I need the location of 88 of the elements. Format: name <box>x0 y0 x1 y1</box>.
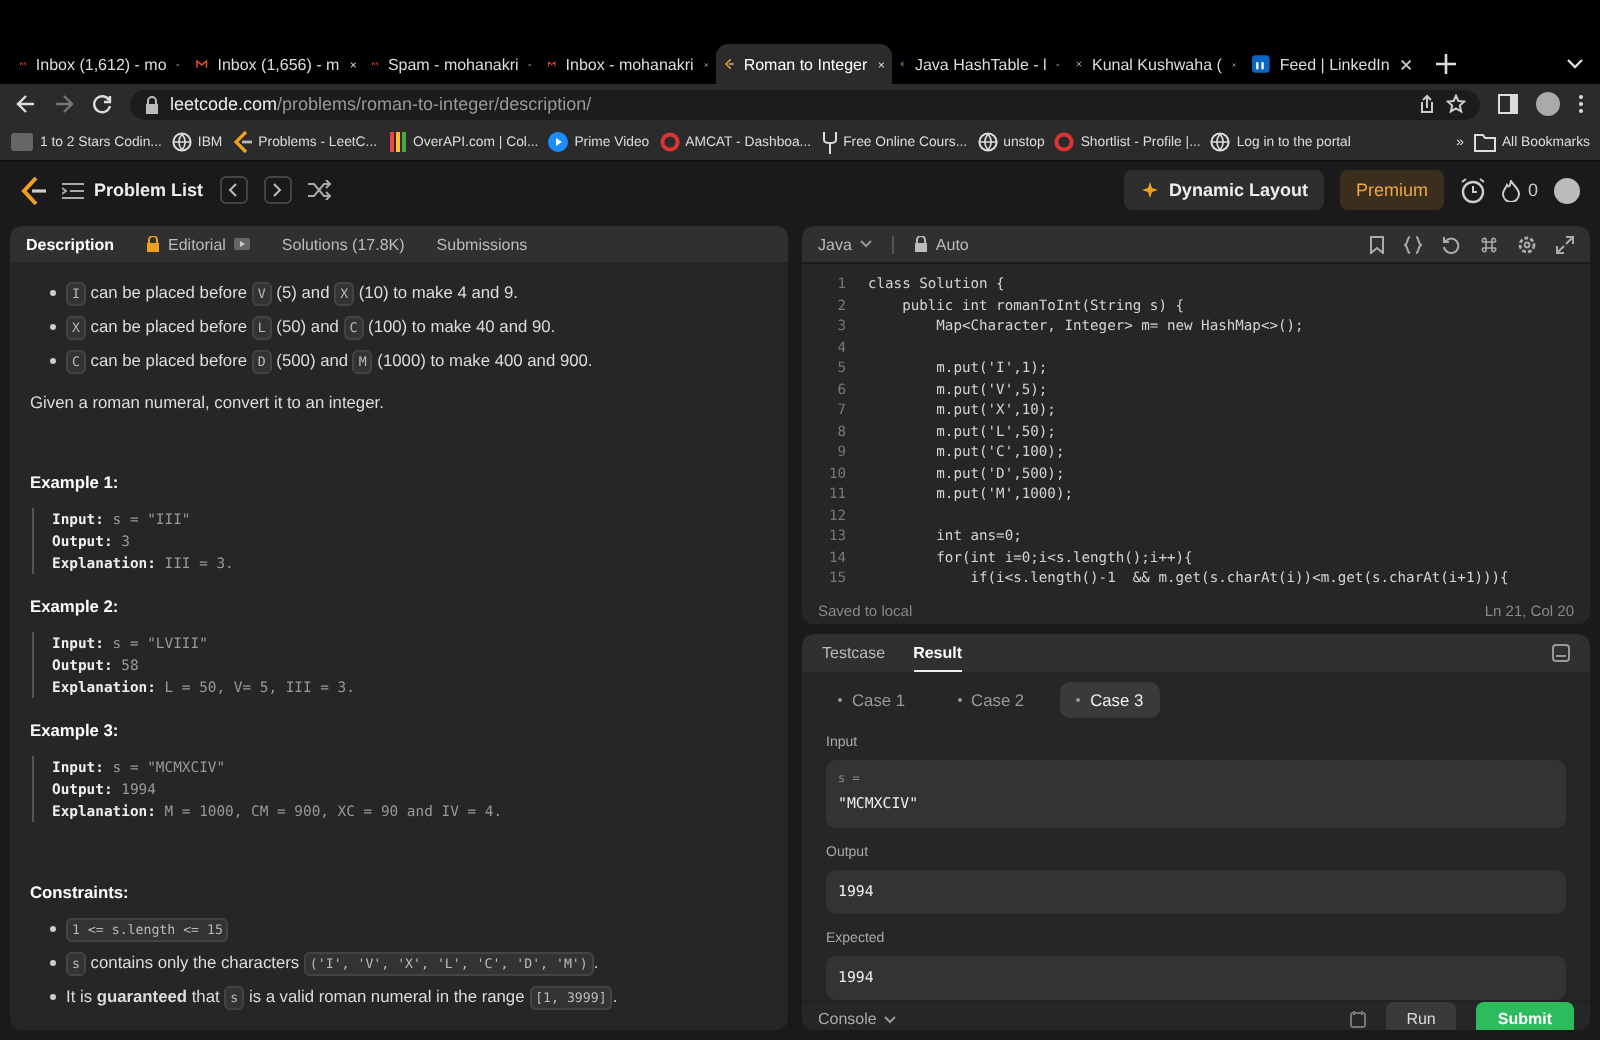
note-icon[interactable] <box>1350 1010 1367 1028</box>
panel-tab[interactable]: Solutions (17.8K) <box>281 226 405 262</box>
side-panel-icon[interactable] <box>1498 94 1518 114</box>
browser-tab[interactable]: Inbox (1,612) - mo <box>12 44 188 84</box>
reset-icon[interactable] <box>1442 235 1460 253</box>
run-button[interactable]: Run <box>1386 1002 1456 1030</box>
fork-icon <box>821 131 838 153</box>
alarm-clock-icon[interactable] <box>1459 177 1486 203</box>
video-icon <box>233 238 250 250</box>
list-icon <box>62 181 84 199</box>
bullet-dot <box>50 357 56 363</box>
star-icon[interactable] <box>1446 94 1466 114</box>
close-icon[interactable] <box>1399 57 1412 71</box>
back-icon[interactable] <box>16 94 36 114</box>
example-heading: Example 1: <box>30 472 121 492</box>
case-tab[interactable]: Case 1 <box>822 682 922 718</box>
close-icon[interactable] <box>877 57 884 71</box>
case-tab[interactable]: Case 2 <box>941 682 1041 718</box>
command-icon[interactable] <box>1480 235 1498 253</box>
forward-icon[interactable] <box>54 94 74 114</box>
menu-icon[interactable] <box>1578 94 1584 114</box>
bullet-dot <box>50 959 56 965</box>
code-logo-icon <box>232 130 253 154</box>
globe-icon <box>1210 132 1231 152</box>
browser-tab[interactable]: Feed | LinkedIn <box>1244 44 1420 84</box>
example-heading: Example 3: <box>30 720 121 740</box>
address-field[interactable]: leetcode.com/problems/roman-to-integer/description/ <box>130 89 1480 119</box>
bullet-dot <box>50 993 56 999</box>
chevron-down-icon[interactable] <box>1566 58 1584 70</box>
settings-icon[interactable] <box>1518 235 1536 253</box>
bookmark-icon[interactable] <box>1370 235 1384 253</box>
expand-icon[interactable] <box>1556 235 1574 253</box>
previous-button[interactable] <box>219 176 248 204</box>
console-toggle[interactable]: Console <box>818 1010 897 1028</box>
browser-tab[interactable]: Spam - mohanakri <box>364 44 540 84</box>
lock-icon <box>146 236 161 252</box>
site-info-icon[interactable] <box>144 95 160 113</box>
description-text: Given a roman numeral, convert it to an integer. <box>30 392 386 412</box>
share-icon[interactable] <box>1418 94 1436 114</box>
next-button[interactable] <box>263 176 292 204</box>
close-icon[interactable] <box>349 57 356 71</box>
example-heading: Example 2: <box>30 596 121 616</box>
chevron-down-icon <box>859 240 872 248</box>
chevron-down-icon <box>884 1015 897 1023</box>
square-icon <box>10 132 34 152</box>
language-dropdown[interactable]: Java <box>818 235 872 253</box>
ring-icon <box>659 132 680 152</box>
shuffle-icon[interactable] <box>307 180 332 200</box>
bullet-dot <box>50 289 56 295</box>
sparkle-icon <box>1140 181 1159 199</box>
flame-icon <box>1501 179 1520 201</box>
plus-icon[interactable] <box>1436 54 1456 74</box>
problem-list-link[interactable]: Problem List <box>62 180 204 200</box>
reload-icon[interactable] <box>92 94 112 114</box>
streak-counter[interactable]: 0 <box>1501 179 1538 201</box>
avatar[interactable] <box>1554 177 1580 203</box>
code-logo-icon[interactable] <box>20 175 46 205</box>
chevron-right-icon <box>272 182 283 198</box>
auto-mode-toggle[interactable]: Auto <box>913 235 969 253</box>
square-logo-icon <box>1252 54 1270 74</box>
browser-tab[interactable]: Roman to Integer <box>716 44 892 84</box>
panel-tab[interactable]: Description <box>26 226 115 262</box>
chevron-left-icon <box>228 182 239 198</box>
browser-tab[interactable]: Kunal Kushwaha ( <box>1068 44 1244 84</box>
case-tab[interactable]: Case 3 <box>1060 682 1160 718</box>
bars-icon <box>387 132 408 152</box>
browser-tab[interactable]: Java HashTable - l <box>892 44 1068 84</box>
browser-tab[interactable]: Inbox - mohanakri <box>540 44 716 84</box>
globe-icon <box>171 132 192 152</box>
result-tab[interactable]: Testcase <box>822 634 886 672</box>
dynamic-layout-button[interactable]: Dynamic Layout <box>1124 170 1324 210</box>
globe-icon <box>977 132 998 152</box>
play-icon <box>548 132 569 152</box>
panel-tab[interactable]: Submissions <box>436 226 528 262</box>
ring-icon <box>1054 132 1075 152</box>
premium-button[interactable]: Premium <box>1339 170 1444 210</box>
panel-tab[interactable]: Editorial <box>146 226 250 262</box>
braces-icon[interactable] <box>1404 235 1422 253</box>
browser-tab[interactable]: Inbox (1,656) - m <box>188 44 364 84</box>
constraints-heading: Constraints: <box>30 882 131 902</box>
bullet-dot <box>50 323 56 329</box>
bullet-dot <box>50 925 56 931</box>
folder-icon <box>1473 133 1496 151</box>
result-tab[interactable]: Result <box>913 634 963 672</box>
lock-icon <box>913 236 928 252</box>
mail-icon <box>196 54 208 74</box>
avatar[interactable] <box>1536 92 1560 116</box>
restore-panel-icon[interactable] <box>1552 644 1570 662</box>
